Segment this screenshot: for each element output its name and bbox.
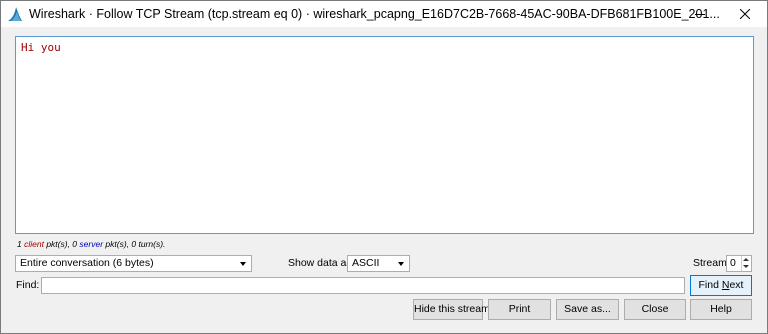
follow-tcp-stream-window: Wireshark · Follow TCP Stream (tcp.strea… — [0, 0, 768, 334]
chevron-down-icon — [398, 262, 404, 266]
stream-number-value: 0 — [730, 257, 736, 269]
server-label: server — [79, 239, 104, 249]
conversation-dropdown[interactable]: Entire conversation (6 bytes) — [15, 255, 252, 272]
show-data-label: Show data as — [288, 257, 352, 269]
spin-buttons[interactable] — [741, 256, 751, 271]
show-data-value: ASCII — [352, 257, 380, 269]
client-count: 1 — [17, 239, 22, 249]
packet-stats: 1 client pkt(s), 0 server pkt(s), 0 turn… — [17, 239, 165, 249]
wireshark-fin-icon — [8, 7, 22, 21]
stream-label: Stream — [693, 257, 727, 269]
conversation-value: Entire conversation (6 bytes) — [20, 257, 154, 269]
find-next-button[interactable]: Find Next — [690, 275, 752, 296]
title-bar[interactable]: Wireshark · Follow TCP Stream (tcp.strea… — [1, 1, 767, 27]
find-input[interactable] — [41, 277, 685, 294]
chevron-down-icon — [240, 262, 246, 266]
show-data-dropdown[interactable]: ASCII — [347, 255, 410, 272]
find-next-prefix: Find — [698, 279, 722, 291]
find-label: Find: — [16, 279, 40, 291]
find-next-suffix: ext — [729, 279, 744, 291]
stream-text: Hi you — [21, 41, 61, 54]
stream-number-spinbox[interactable]: 0 — [726, 255, 752, 272]
close-window-button[interactable] — [722, 1, 767, 27]
close-icon — [739, 9, 750, 19]
client-label: client — [24, 239, 44, 249]
stream-content-area[interactable]: Hi you — [15, 36, 754, 234]
window-title: Wireshark · Follow TCP Stream (tcp.strea… — [29, 7, 720, 21]
minimize-button[interactable] — [677, 1, 722, 27]
close-button[interactable]: Close — [624, 299, 686, 320]
hide-stream-button[interactable]: Hide this stream — [413, 299, 490, 320]
stats-middle: pkt(s), 0 — [46, 239, 78, 249]
arrow-down-icon[interactable] — [743, 265, 749, 268]
stats-end: pkt(s), 0 turn(s). — [105, 239, 166, 249]
save-as-button[interactable]: Save as... — [556, 299, 619, 320]
print-button[interactable]: Print — [488, 299, 551, 320]
help-button[interactable]: Help — [690, 299, 752, 320]
minimize-icon — [694, 13, 705, 15]
arrow-up-icon[interactable] — [743, 258, 749, 261]
